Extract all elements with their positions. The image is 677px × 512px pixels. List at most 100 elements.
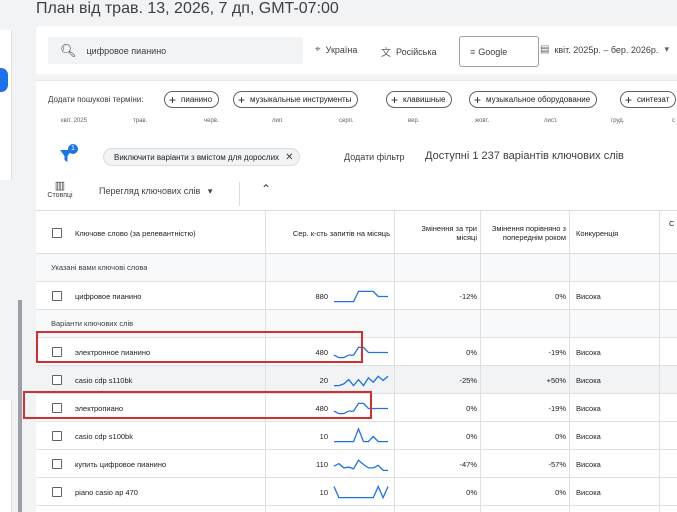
term-chip[interactable]: + клавишные: [386, 91, 453, 108]
left-panel-indicator[interactable]: [0, 68, 8, 92]
table-row[interactable]: цифровое пианино 880 -12% 0% Висока: [36, 282, 677, 310]
term-chip-label: клавишные: [403, 95, 446, 104]
trend-sparkline: [333, 485, 389, 500]
add-search-terms-bar: Додати пошукові терміни: + пианино + муз…: [36, 80, 677, 116]
competition-cell: Висока: [576, 292, 601, 301]
month-label: серп.: [339, 118, 354, 124]
page-title: План від трав. 13, 2026, 7 дп, GMT-07:00: [36, 0, 339, 17]
month-label: вер.: [408, 118, 420, 124]
competition-cell: Висока: [576, 460, 601, 469]
filter-bar: 1 Виключити варіанти з вмістом для дорос…: [36, 144, 677, 170]
plus-icon: +: [391, 92, 399, 107]
trend-line: [334, 375, 389, 387]
three-month-change-cell: 0%: [466, 404, 477, 413]
add-filter-button[interactable]: Додати фільтр: [344, 152, 404, 162]
trend-line: [334, 427, 388, 443]
header-three-month-change[interactable]: Змінення за три місяці: [400, 211, 477, 255]
language-selector[interactable]: 文 Російська: [381, 44, 436, 60]
location-selector[interactable]: ⌖ Україна: [315, 44, 357, 55]
network-selector[interactable]: ≡ Google: [459, 36, 539, 67]
term-chip-label: музыкальное оборудование: [486, 95, 591, 104]
column-divider: [659, 210, 660, 512]
columns-label: Стовпці: [47, 192, 73, 199]
header-competition[interactable]: Конкуренція: [576, 211, 656, 255]
header-keyword[interactable]: Ключове слово (за релевантністю): [75, 211, 265, 255]
term-chip[interactable]: + музыкальное оборудование: [469, 91, 598, 108]
competition-cell: Висока: [576, 488, 601, 497]
left-panel-lower: [0, 400, 12, 512]
plus-icon: +: [238, 92, 246, 107]
table-row[interactable]: piano casio ap 470 10 0% 0% Висока: [36, 478, 677, 506]
month-label: груд.: [611, 118, 625, 124]
term-chip[interactable]: + музыкальные инструменты: [233, 91, 359, 108]
section-provided-keywords: Указані вами ключові слова: [36, 254, 677, 282]
location-label: Україна: [325, 44, 358, 55]
keyword-view-dropdown[interactable]: Перегляд ключових слів ▾: [99, 186, 212, 197]
avg-searches-cell: 20: [319, 376, 328, 385]
network-label: Google: [478, 46, 508, 57]
avg-searches-cell: 10: [319, 432, 328, 441]
row-checkbox[interactable]: [52, 431, 62, 441]
yoy-change-cell: -57%: [548, 460, 566, 469]
filter-count-badge: 1: [68, 144, 78, 154]
column-divider: [480, 210, 481, 512]
month-label: трав.: [133, 118, 148, 124]
header-avg-searches[interactable]: Сер. к-сть запитів на місяць: [266, 211, 390, 255]
highlight-box: [23, 391, 372, 419]
calendar-icon: ▤: [540, 44, 550, 55]
close-icon[interactable]: ✕: [285, 152, 293, 163]
avg-searches-cell: 880: [315, 292, 328, 301]
avg-searches-cell: 110: [316, 460, 328, 469]
term-chip-label: синтезат: [637, 95, 670, 104]
trend-sparkline: [334, 427, 388, 443]
row-checkbox[interactable]: [52, 291, 62, 301]
month-label: квіт. 2025: [61, 118, 87, 124]
term-chip[interactable]: + пианино: [164, 91, 220, 108]
avg-searches-cell: 10: [319, 488, 328, 497]
highlight-box: [36, 331, 363, 363]
chevron-down-icon: ▾: [664, 44, 669, 54]
translate-icon: 文: [381, 48, 391, 59]
three-month-change-cell: -47%: [459, 460, 477, 469]
header-extra[interactable]: С: [669, 211, 677, 255]
header-yoy-change[interactable]: Змінення порівняно з попереднім роком: [485, 211, 566, 255]
trend-line: [333, 485, 389, 500]
keyword-cell: piano casio ap 470: [75, 488, 138, 497]
trend-line: [333, 459, 388, 472]
month-label: с: [672, 118, 675, 124]
month-label: жовт.: [475, 118, 490, 124]
plus-icon: +: [169, 92, 177, 107]
plus-icon: +: [474, 92, 482, 107]
trend-sparkline: [333, 459, 388, 472]
competition-cell: Висока: [576, 348, 601, 357]
yoy-change-cell: -19%: [548, 348, 566, 357]
trend-sparkline: [334, 290, 388, 303]
month-label: лист.: [544, 118, 558, 124]
select-all-checkbox[interactable]: [52, 228, 62, 238]
columns-button[interactable]: ▥ Стовпці: [46, 179, 74, 199]
search-input[interactable]: 🔍︎ цифровое пианино: [48, 37, 303, 64]
term-chip-label: пианино: [181, 95, 213, 104]
trend-line: [334, 290, 388, 303]
term-chip[interactable]: + синтезат: [620, 91, 677, 108]
row-checkbox[interactable]: [52, 487, 62, 497]
row-checkbox[interactable]: [52, 375, 62, 385]
scrollbar[interactable]: [18, 300, 22, 512]
search-icon: 🔍︎: [60, 42, 77, 58]
row-checkbox[interactable]: [52, 459, 62, 469]
table-row[interactable]: купить цифровое пианино 110 -47% -57% Висока: [36, 450, 677, 478]
date-range-selector[interactable]: ▤ квіт. 2025р. – бер. 2026р. ▾: [540, 44, 669, 55]
search-bar: 🔍︎ цифровое пианино ⌖ Україна 文 Російськ…: [36, 26, 677, 74]
table-row[interactable]: casio cdp s110bk 20 -25% +50% Висока: [36, 366, 677, 394]
table-toolbar: ▥ Стовпці Перегляд ключових слів ▾ ⌃: [36, 176, 677, 210]
left-panel: [0, 30, 12, 180]
network-icon: ≡: [470, 46, 476, 57]
table-row[interactable]: casio cdp s100bk 10 0% 0% Висока: [36, 422, 677, 450]
caret-down-icon: ▾: [207, 186, 213, 196]
yoy-change-cell: +50%: [546, 376, 566, 385]
keyword-cell: casio cdp s110bk: [75, 376, 133, 385]
keyword-cell: купить цифровое пианино: [75, 460, 167, 469]
column-divider: [394, 210, 395, 512]
adult-content-filter-chip[interactable]: Виключити варіанти з вмістом для доросли…: [103, 148, 301, 166]
collapse-chevron-icon[interactable]: ⌃: [261, 182, 271, 196]
